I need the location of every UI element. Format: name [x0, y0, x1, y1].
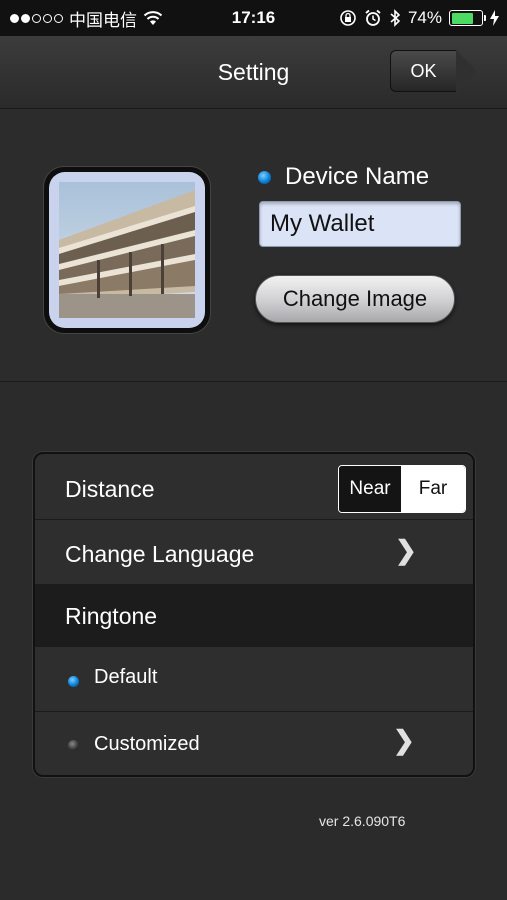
ringtone-label: Ringtone: [65, 603, 158, 629]
ringtone-header: Ringtone: [35, 584, 473, 647]
chevron-right-icon: ❯: [395, 535, 417, 565]
device-name-input[interactable]: [259, 201, 461, 247]
device-name-label: Device Name: [285, 163, 430, 190]
version-label: ver 2.6.090T6: [319, 813, 406, 829]
device-image[interactable]: [44, 167, 210, 333]
battery-percent: 74%: [407, 8, 442, 27]
battery-icon: [449, 10, 486, 26]
ringtone-customized-row[interactable]: Customized ❯: [35, 711, 473, 775]
chevron-right-icon: ❯: [393, 725, 415, 755]
status-indicator-dot: [258, 171, 271, 184]
settings-card: Distance Near Far Change Language ❯ Ring…: [33, 452, 475, 777]
change-language-label: Change Language: [65, 541, 255, 567]
building-photo: [59, 182, 195, 318]
rotation-lock-icon: [340, 10, 356, 26]
ringtone-default-label: Default: [94, 666, 158, 688]
charging-icon: [490, 10, 499, 26]
change-image-button[interactable]: Change Image: [255, 275, 455, 323]
ok-button[interactable]: OK: [390, 50, 477, 92]
nav-bar: Setting OK: [0, 36, 507, 109]
device-image-frame: [49, 172, 205, 328]
ringtone-customized-label: Customized: [94, 733, 200, 755]
radio-unselected-icon: [68, 740, 79, 751]
distance-label: Distance: [65, 476, 155, 502]
distance-row: Distance Near Far: [35, 454, 473, 520]
change-language-row[interactable]: Change Language ❯: [35, 519, 473, 585]
status-right: 74%: [339, 0, 499, 36]
distance-segmented-control: Near Far: [338, 465, 466, 513]
ringtone-default-row[interactable]: Default: [35, 646, 473, 712]
distance-near-option[interactable]: Near: [339, 466, 401, 512]
bluetooth-icon: [390, 9, 401, 27]
distance-far-option[interactable]: Far: [401, 466, 465, 512]
status-bar: 中国电信 17:16 74%: [0, 0, 507, 36]
alarm-icon: [365, 9, 381, 26]
radio-selected-icon: [68, 676, 79, 687]
